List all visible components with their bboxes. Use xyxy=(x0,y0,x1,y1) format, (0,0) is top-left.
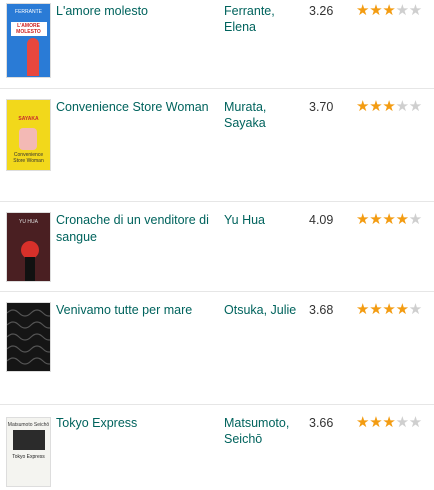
cover-text: Tokyo Express xyxy=(12,454,45,460)
cover-text: Store Woman xyxy=(13,158,44,164)
author-link[interactable]: Yu Hua xyxy=(224,212,304,228)
star-icon[interactable]: ★ xyxy=(409,415,422,431)
star-icon[interactable]: ★ xyxy=(369,3,382,19)
star-icon[interactable]: ★ xyxy=(382,212,395,228)
cover-photo xyxy=(13,430,45,450)
star-icon[interactable]: ★ xyxy=(356,3,369,19)
star-icon[interactable]: ★ xyxy=(396,415,409,431)
book-cover[interactable] xyxy=(6,302,51,372)
star-icon[interactable]: ★ xyxy=(409,212,422,228)
star-icon[interactable]: ★ xyxy=(409,3,422,19)
book-cover[interactable]: YU HUA xyxy=(6,212,51,282)
cover-figure xyxy=(19,128,37,150)
star-icon[interactable]: ★ xyxy=(356,212,369,228)
book-title-link[interactable]: Convenience Store Woman xyxy=(56,99,214,116)
table-row: Matsumoto Seichō Tokyo Express Tokyo Exp… xyxy=(0,405,434,490)
star-icon[interactable]: ★ xyxy=(409,99,422,115)
cover-text: MOLESTO xyxy=(16,29,41,35)
cover-figure xyxy=(27,38,39,76)
star-icon[interactable]: ★ xyxy=(382,415,395,431)
table-row: FERRANTE L'AMORE MOLESTO L'amore molesto… xyxy=(0,0,434,89)
avg-rating: 4.09 xyxy=(309,213,334,227)
star-icon[interactable]: ★ xyxy=(356,99,369,115)
cover-text: SAYAKA xyxy=(18,116,39,122)
book-title-link[interactable]: Venivamo tutte per mare xyxy=(56,302,214,319)
author-link[interactable]: Matsumoto, Seichō xyxy=(224,415,304,447)
table-row: SAYAKA Convenience Store Woman Convenien… xyxy=(0,89,434,202)
star-icon[interactable]: ★ xyxy=(356,415,369,431)
star-icon[interactable]: ★ xyxy=(356,302,369,318)
table-row: YU HUA Cronache di un venditore di sangu… xyxy=(0,202,434,292)
star-icon[interactable]: ★ xyxy=(382,302,395,318)
avg-rating: 3.66 xyxy=(309,416,334,430)
book-title-link[interactable]: L'amore molesto xyxy=(56,3,214,20)
star-icon[interactable]: ★ xyxy=(369,99,382,115)
star-rating[interactable]: ★ ★ ★ ★ ★ xyxy=(356,99,422,115)
star-icon[interactable]: ★ xyxy=(396,212,409,228)
avg-rating: 3.70 xyxy=(309,100,334,114)
star-icon[interactable]: ★ xyxy=(369,415,382,431)
author-link[interactable]: Murata, Sayaka xyxy=(224,99,304,131)
cover-text: YU HUA xyxy=(19,219,38,225)
cover-text: Matsumoto Seichō xyxy=(7,422,50,428)
book-cover[interactable]: Matsumoto Seichō Tokyo Express xyxy=(6,417,51,487)
avg-rating: 3.68 xyxy=(309,303,334,317)
star-rating[interactable]: ★ ★ ★ ★ ★ xyxy=(356,3,422,19)
star-icon[interactable]: ★ xyxy=(396,3,409,19)
avg-rating: 3.26 xyxy=(309,4,334,18)
star-icon[interactable]: ★ xyxy=(409,302,422,318)
star-rating[interactable]: ★ ★ ★ ★ ★ xyxy=(356,212,422,228)
star-icon[interactable]: ★ xyxy=(396,302,409,318)
author-link[interactable]: Otsuka, Julie xyxy=(224,302,304,318)
star-icon[interactable]: ★ xyxy=(382,99,395,115)
table-row: Venivamo tutte per mare Otsuka, Julie 3.… xyxy=(0,292,434,405)
star-icon[interactable]: ★ xyxy=(396,99,409,115)
book-title-link[interactable]: Cronache di un venditore di sangue xyxy=(56,212,214,246)
book-title-link[interactable]: Tokyo Express xyxy=(56,415,214,432)
book-cover[interactable]: SAYAKA Convenience Store Woman xyxy=(6,99,51,171)
star-icon[interactable]: ★ xyxy=(369,302,382,318)
book-cover[interactable]: FERRANTE L'AMORE MOLESTO xyxy=(6,3,51,78)
star-rating[interactable]: ★ ★ ★ ★ ★ xyxy=(356,415,422,431)
star-icon[interactable]: ★ xyxy=(382,3,395,19)
cover-wave-pattern xyxy=(7,309,50,365)
cover-text: FERRANTE xyxy=(15,9,42,15)
star-rating[interactable]: ★ ★ ★ ★ ★ xyxy=(356,302,422,318)
cover-figure xyxy=(25,257,35,281)
author-link[interactable]: Ferrante, Elena xyxy=(224,3,304,35)
star-icon[interactable]: ★ xyxy=(369,212,382,228)
